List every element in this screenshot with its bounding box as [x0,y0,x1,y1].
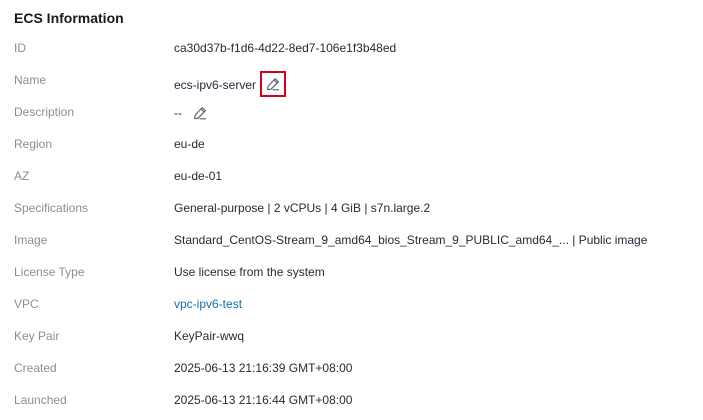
edit-description-button[interactable] [191,104,209,122]
vpc-label: VPC [14,297,39,311]
specifications-value: General-purpose | 2 vCPUs | 4 GiB | s7n.… [174,201,431,215]
key-pair-label: Key Pair [14,329,60,343]
image-label: Image [14,233,48,247]
created-label: Created [14,361,57,375]
description-label: Description [14,105,75,119]
section-title: ECS Information [14,10,124,26]
name-value: ecs-ipv6-server [174,77,257,92]
vpc-link[interactable]: vpc-ipv6-test [174,296,242,312]
vpc-value-wrap: vpc-ipv6-test [174,296,242,312]
row-region: Region eu-de [0,128,703,160]
description-value: -- [174,106,182,120]
description-value-wrap: -- [174,104,209,122]
name-label: Name [14,73,47,87]
id-label: ID [14,41,26,55]
specifications-label: Specifications [14,201,89,215]
row-launched: Launched 2025-06-13 21:16:44 GMT+08:00 [0,384,703,416]
license-type-value: Use license from the system [174,265,325,279]
row-description: Description -- [0,96,703,128]
row-license-type: License Type Use license from the system [0,256,703,288]
row-az: AZ eu-de-01 [0,160,703,192]
pencil-icon [267,78,280,91]
launched-label: Launched [14,393,67,407]
created-value: 2025-06-13 21:16:39 GMT+08:00 [174,361,353,375]
row-id: ID ca30d37b-f1d6-4d22-8ed7-106e1f3b48ed [0,32,703,64]
image-value: Standard_CentOS-Stream_9_amd64_bios_Stre… [174,233,648,247]
pencil-icon [194,107,206,120]
az-label: AZ [14,169,30,183]
ecs-info-list: ID ca30d37b-f1d6-4d22-8ed7-106e1f3b48ed … [0,32,703,416]
az-value: eu-de-01 [174,169,223,183]
row-image: Image Standard_CentOS-Stream_9_amd64_bio… [0,224,703,256]
launched-value: 2025-06-13 21:16:44 GMT+08:00 [174,393,353,407]
key-pair-value: KeyPair-wwq [174,329,245,343]
row-key-pair: Key Pair KeyPair-wwq [0,320,703,352]
id-value: ca30d37b-f1d6-4d22-8ed7-106e1f3b48ed [174,41,397,55]
row-name: Name ecs-ipv6-server [0,64,703,97]
row-specifications: Specifications General-purpose | 2 vCPUs… [0,192,703,224]
region-label: Region [14,137,53,151]
edit-name-button[interactable] [260,71,287,97]
name-value-wrap: ecs-ipv6-server [174,71,287,97]
row-vpc: VPC vpc-ipv6-test [0,288,703,320]
license-type-label: License Type [14,265,85,279]
region-value: eu-de [174,137,205,151]
row-created: Created 2025-06-13 21:16:39 GMT+08:00 [0,352,703,384]
